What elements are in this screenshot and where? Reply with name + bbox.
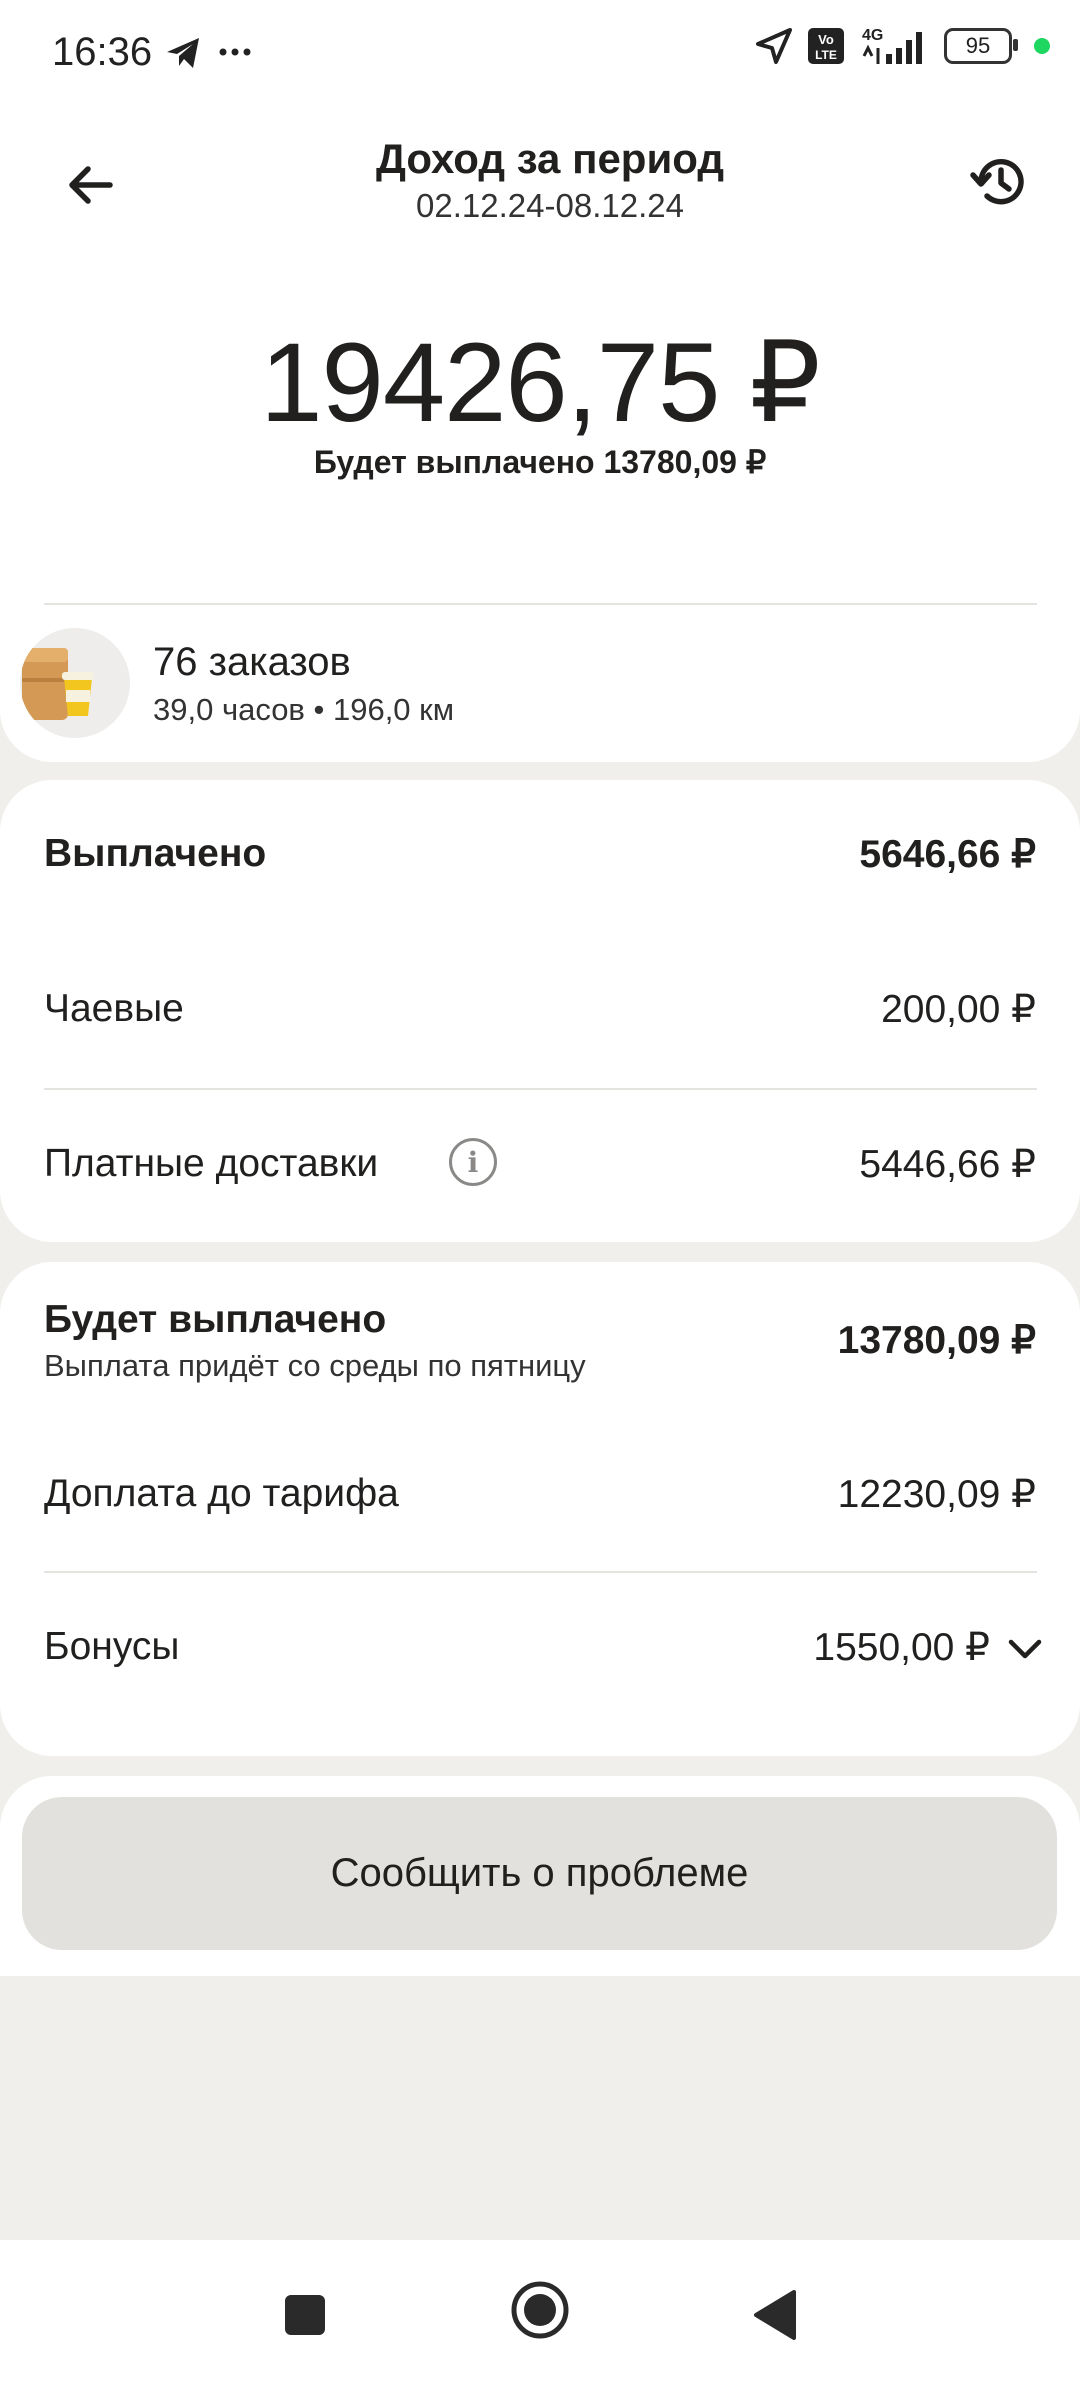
status-right-icons: Vo LTE 4G 95 — [754, 26, 1050, 66]
pending-subtitle: Выплата придёт со среды по пятницу — [44, 1348, 586, 1383]
status-left-icons — [165, 28, 255, 85]
chevron-down-icon[interactable] — [1005, 1628, 1045, 1668]
orders-count: 76 заказов — [153, 640, 351, 684]
system-navigation-bar — [0, 2240, 1080, 2400]
battery-indicator: 95 — [944, 28, 1018, 64]
home-button[interactable] — [500, 2270, 580, 2350]
bonuses-value[interactable]: 1550,00 ₽ — [813, 1625, 990, 1670]
square-icon — [285, 2295, 325, 2335]
period-label: 02.12.24-08.12.24 — [416, 187, 684, 224]
paid-total: 5646,66 ₽ — [859, 833, 1036, 876]
delivery-box-icon — [22, 648, 94, 720]
privacy-indicator-dot — [1034, 38, 1050, 54]
back-nav-button[interactable] — [735, 2275, 815, 2355]
svg-text:Vo: Vo — [818, 32, 834, 47]
volte-icon: Vo LTE — [808, 28, 844, 64]
paid-deliveries-label: Платные доставки — [44, 1142, 379, 1185]
battery-level: 95 — [965, 33, 991, 58]
location-arrow-icon — [756, 28, 792, 64]
report-problem-button[interactable]: Сообщить о проблеме — [22, 1797, 1057, 1950]
pending-total: 13780,09 ₽ — [837, 1319, 1036, 1362]
triangle-back-icon — [754, 2290, 796, 2340]
tariff-topup-label: Доплата до тарифа — [44, 1472, 399, 1515]
divider — [44, 1571, 1037, 1573]
tips-label: Чаевые — [44, 987, 184, 1030]
svg-text:4G: 4G — [862, 27, 883, 44]
payout-note: Будет выплачено 13780,09 ₽ — [313, 444, 767, 480]
info-icon[interactable]: i — [449, 1138, 497, 1186]
recent-apps-button[interactable] — [270, 2280, 340, 2350]
telegram-icon — [167, 38, 199, 68]
orders-illustration — [20, 628, 130, 738]
home-circle-icon — [511, 2281, 569, 2339]
more-icon — [219, 48, 251, 56]
tips-value: 200,00 ₽ — [881, 988, 1036, 1031]
paid-title: Выплачено — [44, 832, 267, 875]
page-title: Доход за период — [375, 135, 725, 182]
pending-title: Будет выплачено — [44, 1298, 387, 1341]
divider — [44, 603, 1037, 605]
signal-4g-icon: 4G — [862, 27, 922, 64]
total-income: 19426,75 ₽ — [260, 320, 821, 445]
status-time: 16:36 — [52, 30, 153, 74]
history-icon — [970, 159, 1024, 205]
status-bar: 16:36 Vo LTE 4G 95 — [0, 0, 1080, 110]
svg-text:LTE: LTE — [815, 48, 837, 62]
paid-deliveries-value: 5446,66 ₽ — [859, 1143, 1036, 1186]
history-button[interactable] — [960, 142, 1040, 222]
bonuses-label[interactable]: Бонусы — [44, 1625, 179, 1669]
divider — [44, 1088, 1037, 1090]
tariff-topup-value: 12230,09 ₽ — [837, 1473, 1036, 1516]
orders-meta: 39,0 часов • 196,0 км — [153, 692, 455, 727]
